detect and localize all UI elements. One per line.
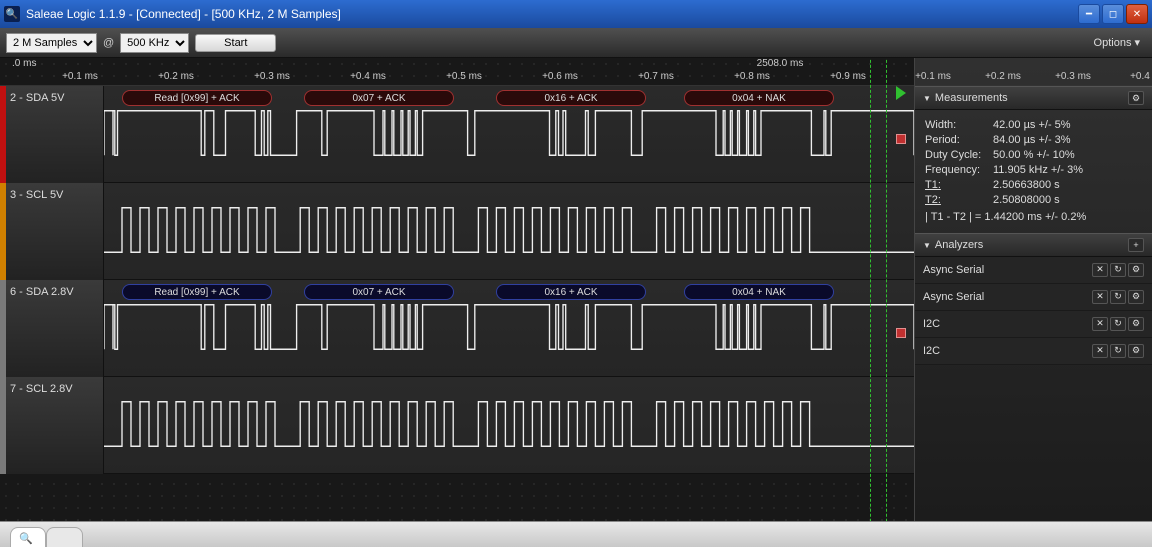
channel-row: 2 - SDA 5V Read [0x99] + ACK 0x07 + ACK 0x1… — [0, 86, 914, 183]
timeline-start: .0 ms — [12, 58, 36, 69]
analyzer-reload-icon[interactable]: ↻ — [1110, 290, 1126, 304]
analyzer-gear-icon[interactable]: ⚙ — [1128, 290, 1144, 304]
cursor-line-t1[interactable] — [870, 58, 871, 521]
measurements-gear-icon[interactable]: ⚙ — [1128, 91, 1144, 105]
analyzer-gear-icon[interactable]: ⚙ — [1128, 317, 1144, 331]
measurement-row: Width:42.00 µs +/- 5% — [925, 118, 1142, 133]
timeline-tick: +0.6 ms — [542, 71, 578, 82]
decode-bubble[interactable]: Read [0x99] + ACK — [122, 284, 272, 300]
timeline-tick: +0.3 ms — [1055, 71, 1091, 82]
measurements-header[interactable]: ▼ Measurements ⚙ — [915, 86, 1152, 110]
analyzer-row[interactable]: Async Serial ✕ ↻ ⚙ — [915, 257, 1152, 284]
measurement-row: Duty Cycle:50.00 % +/- 10% — [925, 148, 1142, 163]
window-titlebar: 🔍 Saleae Logic 1.1.9 - [Connected] - [50… — [0, 0, 1152, 28]
channel-label[interactable]: 2 - SDA 5V — [0, 86, 104, 183]
add-analyzer-button[interactable]: + — [1128, 238, 1144, 252]
trigger-marker[interactable] — [896, 328, 906, 338]
channel-row: 3 - SCL 5V — [0, 183, 914, 280]
app-icon: 🔍 — [4, 6, 20, 22]
collapse-icon: ▼ — [923, 241, 931, 250]
trigger-marker[interactable] — [896, 134, 906, 144]
analyzer-row[interactable]: I2C ✕ ↻ ⚙ — [915, 311, 1152, 338]
analyzer-row[interactable]: I2C ✕ ↻ ⚙ — [915, 338, 1152, 365]
channel-track[interactable] — [104, 377, 914, 474]
samples-dropdown[interactable]: 2 M Samples — [6, 33, 97, 53]
toolbar: 2 M Samples @ 500 KHz Start Options ▾ — [0, 28, 1152, 58]
analyzer-remove-icon[interactable]: ✕ — [1092, 344, 1108, 358]
empty-tab[interactable] — [46, 527, 83, 547]
timeline: .0 ms 2508.0 ms +0.1 ms +0.2 ms +0.3 ms +0.… — [0, 58, 914, 86]
channel-row: 6 - SDA 2.8V Read [0x99] + ACK 0x07 + ACK 0… — [0, 280, 914, 377]
decode-bubble[interactable]: 0x07 + ACK — [304, 90, 454, 106]
window-title: Saleae Logic 1.1.9 - [Connected] - [500 … — [26, 7, 1078, 21]
analyzer-reload-icon[interactable]: ↻ — [1110, 317, 1126, 331]
analyzer-gear-icon[interactable]: ⚙ — [1128, 344, 1144, 358]
decode-bubble[interactable]: 0x04 + NAK — [684, 284, 834, 300]
analyzer-reload-icon[interactable]: ↻ — [1110, 344, 1126, 358]
bottom-tabbar: 🔍 — [0, 521, 1152, 547]
channel-label[interactable]: 3 - SCL 5V — [0, 183, 104, 280]
analyzers-header[interactable]: ▼ Analyzers + — [915, 233, 1152, 257]
measurement-row: Period:84.00 µs +/- 3% — [925, 133, 1142, 148]
maximize-button[interactable]: ◻ — [1102, 4, 1124, 24]
right-timeline: +0.1 ms +0.2 ms +0.3 ms +0.4 r — [915, 58, 1152, 86]
right-panel: +0.1 ms +0.2 ms +0.3 ms +0.4 r ▼ Measuremen… — [914, 58, 1152, 521]
timeline-tick: +0.1 ms — [915, 71, 951, 82]
trigger-arrow-icon[interactable] — [896, 86, 906, 100]
channel-track[interactable]: Read [0x99] + ACK 0x07 + ACK 0x16 + ACK 0x0… — [104, 280, 914, 377]
measurement-row: T2:2.50808000 s — [925, 193, 1142, 208]
analyzer-row[interactable]: Async Serial ✕ ↻ ⚙ — [915, 284, 1152, 311]
rate-dropdown[interactable]: 500 KHz — [120, 33, 189, 53]
close-button[interactable]: ✕ — [1126, 4, 1148, 24]
channel-label[interactable]: 6 - SDA 2.8V — [0, 280, 104, 377]
measurements-body: Width:42.00 µs +/- 5%Period:84.00 µs +/-… — [915, 110, 1152, 233]
decode-bubble[interactable]: 0x16 + ACK — [496, 90, 646, 106]
start-button[interactable]: Start — [195, 34, 276, 52]
timeline-tick: +0.8 ms — [734, 71, 770, 82]
analyzer-reload-icon[interactable]: ↻ — [1110, 263, 1126, 277]
timeline-tick: +0.4 ms — [350, 71, 386, 82]
channel-row: 7 - SCL 2.8V — [0, 377, 914, 474]
channel-label[interactable]: 7 - SCL 2.8V — [0, 377, 104, 474]
timeline-tick: +0.9 ms — [830, 71, 866, 82]
decode-bubble[interactable]: 0x16 + ACK — [496, 284, 646, 300]
measurement-diff: | T1 - T2 | = 1.44200 ms +/- 0.2% — [925, 210, 1142, 225]
analyzer-remove-icon[interactable]: ✕ — [1092, 290, 1108, 304]
channel-track[interactable] — [104, 183, 914, 280]
timeline-tick: +0.5 ms — [446, 71, 482, 82]
at-label: @ — [103, 37, 114, 49]
cursor-line-t2[interactable] — [886, 58, 887, 521]
waveform-area[interactable]: .0 ms 2508.0 ms +0.1 ms +0.2 ms +0.3 ms +0.… — [0, 58, 914, 521]
minimize-button[interactable]: ━ — [1078, 4, 1100, 24]
chevron-down-icon: ▾ — [1134, 36, 1140, 49]
timeline-tick: +0.7 ms — [638, 71, 674, 82]
timeline-tick: +0.1 ms — [62, 71, 98, 82]
timeline-cursor: 2508.0 ms — [757, 58, 804, 69]
measurement-row: Frequency:11.905 kHz +/- 3% — [925, 163, 1142, 178]
analyzer-remove-icon[interactable]: ✕ — [1092, 317, 1108, 331]
window-controls: ━ ◻ ✕ — [1078, 4, 1148, 24]
decode-bubble[interactable]: Read [0x99] + ACK — [122, 90, 272, 106]
timeline-tick: +0.4 r — [1130, 71, 1152, 82]
collapse-icon: ▼ — [923, 94, 931, 103]
analyzer-gear-icon[interactable]: ⚙ — [1128, 263, 1144, 277]
search-tab[interactable]: 🔍 — [10, 527, 46, 547]
analyzer-remove-icon[interactable]: ✕ — [1092, 263, 1108, 277]
channel-track[interactable]: Read [0x99] + ACK 0x07 + ACK 0x16 + ACK 0x0… — [104, 86, 914, 183]
timeline-tick: +0.2 ms — [158, 71, 194, 82]
timeline-tick: +0.2 ms — [985, 71, 1021, 82]
timeline-tick: +0.3 ms — [254, 71, 290, 82]
decode-bubble[interactable]: 0x04 + NAK — [684, 90, 834, 106]
decode-bubble[interactable]: 0x07 + ACK — [304, 284, 454, 300]
search-icon: 🔍 — [19, 532, 33, 545]
measurement-row: T1:2.50663800 s — [925, 178, 1142, 193]
options-menu[interactable]: Options ▾ — [1094, 36, 1146, 49]
